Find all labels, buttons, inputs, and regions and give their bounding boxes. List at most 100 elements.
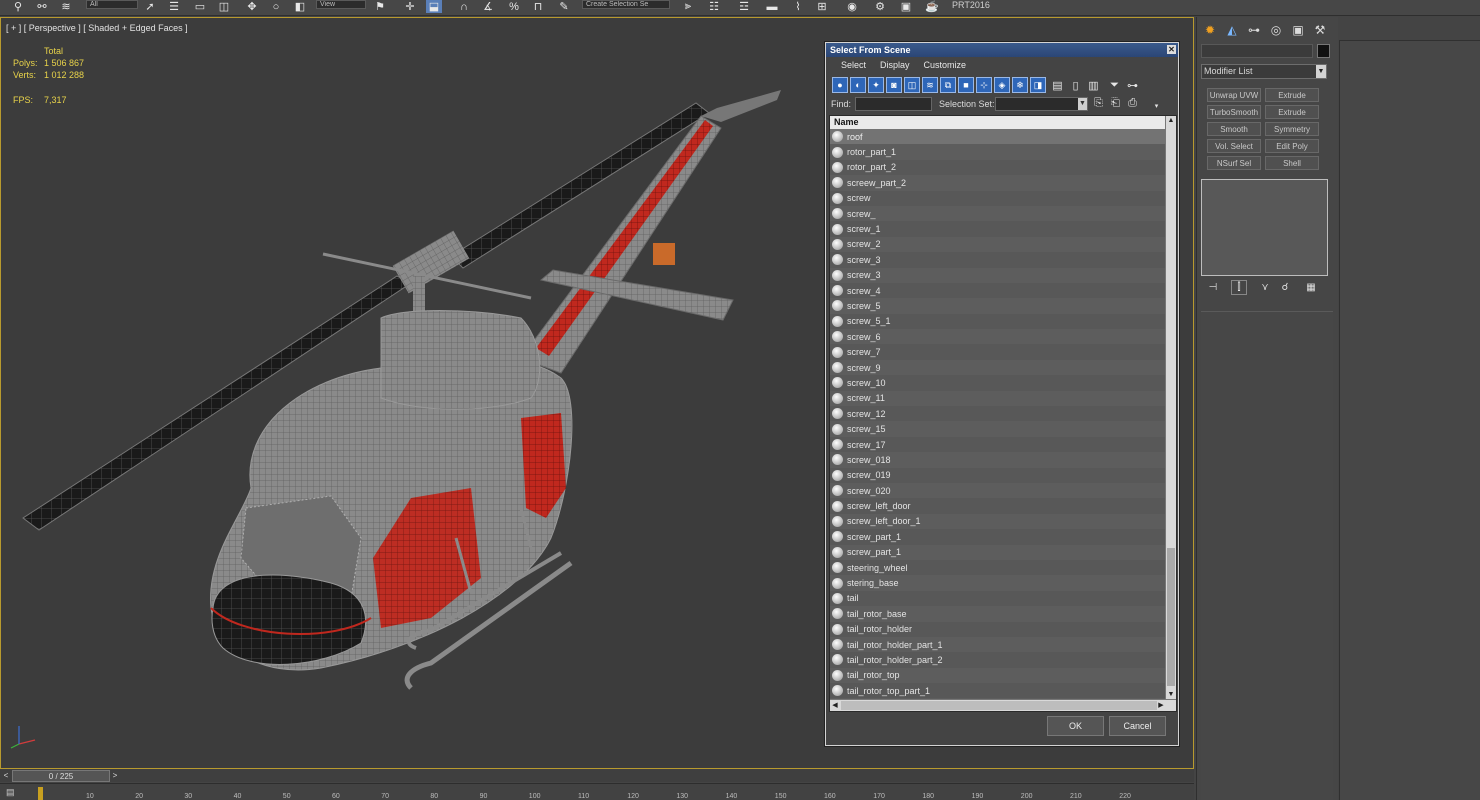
modifier-unwrap-uvw-button[interactable]: Unwrap UVW <box>1207 88 1261 102</box>
display-tab-icon[interactable]: ▣ <box>1289 21 1307 39</box>
list-item[interactable]: screw_2 <box>830 237 1166 252</box>
chevron-down-icon[interactable]: ▼ <box>1316 65 1326 78</box>
object-color-swatch[interactable] <box>1317 44 1330 58</box>
hierarchy-icon[interactable]: ⊶ <box>1126 78 1139 92</box>
list-item[interactable]: screw_5_1 <box>830 313 1166 330</box>
selection-set-dropdown[interactable]: ▼ <box>995 97 1088 111</box>
make-unique-icon[interactable]: ⋎ <box>1257 280 1273 295</box>
list-item[interactable]: screw_part_1 <box>830 545 1166 560</box>
display-none-icon[interactable]: ▯ <box>1069 78 1082 92</box>
filter-icon[interactable]: ⏷ <box>1108 78 1121 92</box>
select-object-icon[interactable]: ➚ <box>142 0 158 13</box>
time-slider[interactable]: 0 / 225 <box>12 770 110 782</box>
modifier-vol-select-button[interactable]: Vol. Select <box>1207 139 1261 153</box>
list-item[interactable]: screw_020 <box>830 483 1166 498</box>
align-icon[interactable]: ☷ <box>706 0 722 13</box>
render-production-icon[interactable]: ☕ <box>924 0 940 13</box>
display-xrefs-icon[interactable]: ■ <box>958 77 974 93</box>
modifier-stack[interactable] <box>1201 179 1328 276</box>
remove-from-set-icon[interactable]: ⎙ <box>1126 96 1139 110</box>
list-item[interactable]: screw_10 <box>830 375 1166 391</box>
list-item[interactable]: screw_3 <box>830 252 1166 268</box>
rectangular-selection-icon[interactable]: ▭ <box>192 0 208 13</box>
display-spacewarps-icon[interactable]: ≋ <box>922 77 938 93</box>
modifier-smooth-button[interactable]: Smooth <box>1207 122 1261 136</box>
scroll-left-icon[interactable]: ◀ <box>830 700 840 711</box>
display-all-icon[interactable]: ▤ <box>1051 78 1064 92</box>
current-frame-marker[interactable] <box>38 787 43 800</box>
list-item[interactable]: tail_rotor_holder <box>830 621 1166 637</box>
dialog-title-bar[interactable]: Select From Scene ✕ <box>826 43 1178 57</box>
modifier-symmetry-button[interactable]: Symmetry <box>1265 122 1319 136</box>
render-setup-icon[interactable]: ⚙ <box>872 0 888 13</box>
display-helpers-icon[interactable]: ◫ <box>904 77 920 93</box>
named-selection-sets-dropdown[interactable]: Create Selection Se <box>582 0 670 9</box>
display-containers-icon[interactable]: ◈ <box>994 77 1010 93</box>
display-bones-icon[interactable]: ⊹ <box>976 77 992 93</box>
list-item[interactable]: tail_rotor_top <box>830 668 1166 683</box>
chevron-down-icon[interactable]: ▼ <box>1078 98 1087 110</box>
list-item[interactable]: screw_17 <box>830 436 1166 453</box>
list-item[interactable]: screew_part_2 <box>830 175 1166 190</box>
show-end-result-icon[interactable]: ⫿ <box>1231 280 1247 295</box>
reference-coordinate-dropdown[interactable]: View <box>316 0 366 9</box>
angle-snap-icon[interactable]: ∡ <box>480 0 496 13</box>
list-item[interactable]: screw_part_1 <box>830 529 1166 545</box>
list-item[interactable]: rotor_part_2 <box>830 159 1166 176</box>
list-item[interactable]: screw_3 <box>830 268 1166 283</box>
list-item[interactable]: screw_4 <box>830 282 1166 299</box>
modifier-edit-poly-button[interactable]: Edit Poly <box>1265 139 1319 153</box>
remove-modifier-icon[interactable]: ☌ <box>1277 280 1293 295</box>
list-item[interactable]: screw_6 <box>830 329 1166 344</box>
list-item[interactable]: screw_5 <box>830 298 1166 313</box>
hierarchy-tab-icon[interactable]: ⊶ <box>1245 21 1263 39</box>
list-item[interactable]: screw_9 <box>830 360 1166 375</box>
scroll-up-icon[interactable]: ▲ <box>1166 116 1176 126</box>
percent-snap-icon[interactable]: % <box>506 0 522 13</box>
edit-named-selection-icon[interactable]: ✎ <box>556 0 572 13</box>
list-item[interactable]: stering_base <box>830 575 1166 590</box>
modifier-extrude-2-button[interactable]: Extrude <box>1265 105 1319 119</box>
display-frozen-icon[interactable]: ❄ <box>1012 77 1028 93</box>
find-input[interactable] <box>855 97 932 111</box>
curve-editor-icon[interactable]: ⌇ <box>790 0 806 13</box>
list-item[interactable]: tail_rotor_top_part_1 <box>830 683 1166 699</box>
helicopter-model[interactable] <box>1 18 801 718</box>
scroll-right-icon[interactable]: ▶ <box>1156 700 1166 711</box>
mirror-icon[interactable]: ⫸ <box>680 0 696 13</box>
select-from-scene-dialog[interactable]: Select From Scene ✕ Select Display Custo… <box>825 42 1179 746</box>
modify-tab-icon[interactable]: ◭ <box>1223 21 1241 39</box>
scene-object-list[interactable]: Name roof rotor_part_1 rotor_part_2 screew_… <box>829 115 1177 712</box>
display-geometry-icon[interactable]: ● <box>832 77 848 93</box>
link-icon[interactable]: ⚲ <box>10 0 26 13</box>
pin-stack-icon[interactable]: ⊣ <box>1205 280 1221 295</box>
object-name-input[interactable] <box>1201 44 1313 58</box>
close-icon[interactable]: ✕ <box>1167 45 1176 54</box>
menu-select[interactable]: Select <box>841 60 866 70</box>
vertical-scroll-thumb[interactable] <box>1167 548 1175 686</box>
create-selection-set-icon[interactable]: ⎘ <box>1092 96 1105 110</box>
horizontal-scroll-thumb[interactable] <box>841 701 1157 710</box>
list-item[interactable]: screw_ <box>830 206 1166 221</box>
list-item[interactable]: screw_12 <box>830 406 1166 422</box>
unlink-icon[interactable]: ⚯ <box>34 0 50 13</box>
material-editor-icon[interactable]: ◉ <box>844 0 860 13</box>
create-tab-icon[interactable]: ✹ <box>1201 21 1219 39</box>
spinner-snap-icon[interactable]: ⊓ <box>530 0 546 13</box>
list-item[interactable]: steering_wheel <box>830 559 1166 576</box>
menu-display[interactable]: Display <box>880 60 910 70</box>
snaps-toggle-icon[interactable]: ∩ <box>456 0 472 13</box>
layer-explorer-icon[interactable]: ☲ <box>736 0 752 13</box>
vertical-scrollbar[interactable]: ▲ ▼ <box>1165 116 1176 700</box>
list-item[interactable]: screw <box>830 190 1166 206</box>
display-shapes-icon[interactable]: ◐ <box>850 77 866 93</box>
display-groups-icon[interactable]: ⧉ <box>940 77 956 93</box>
list-item[interactable]: tail_rotor_holder_part_2 <box>830 652 1166 668</box>
horizontal-scrollbar[interactable]: ◀ ▶ <box>830 699 1176 711</box>
list-item[interactable]: screw_left_door <box>830 498 1166 514</box>
display-lights-icon[interactable]: ✦ <box>868 77 884 93</box>
list-item[interactable]: screw_1 <box>830 221 1166 237</box>
list-item[interactable]: tail <box>830 590 1166 607</box>
overflow-icon[interactable]: ▾ <box>1150 99 1163 113</box>
display-hidden-icon[interactable]: ◨ <box>1030 77 1046 93</box>
